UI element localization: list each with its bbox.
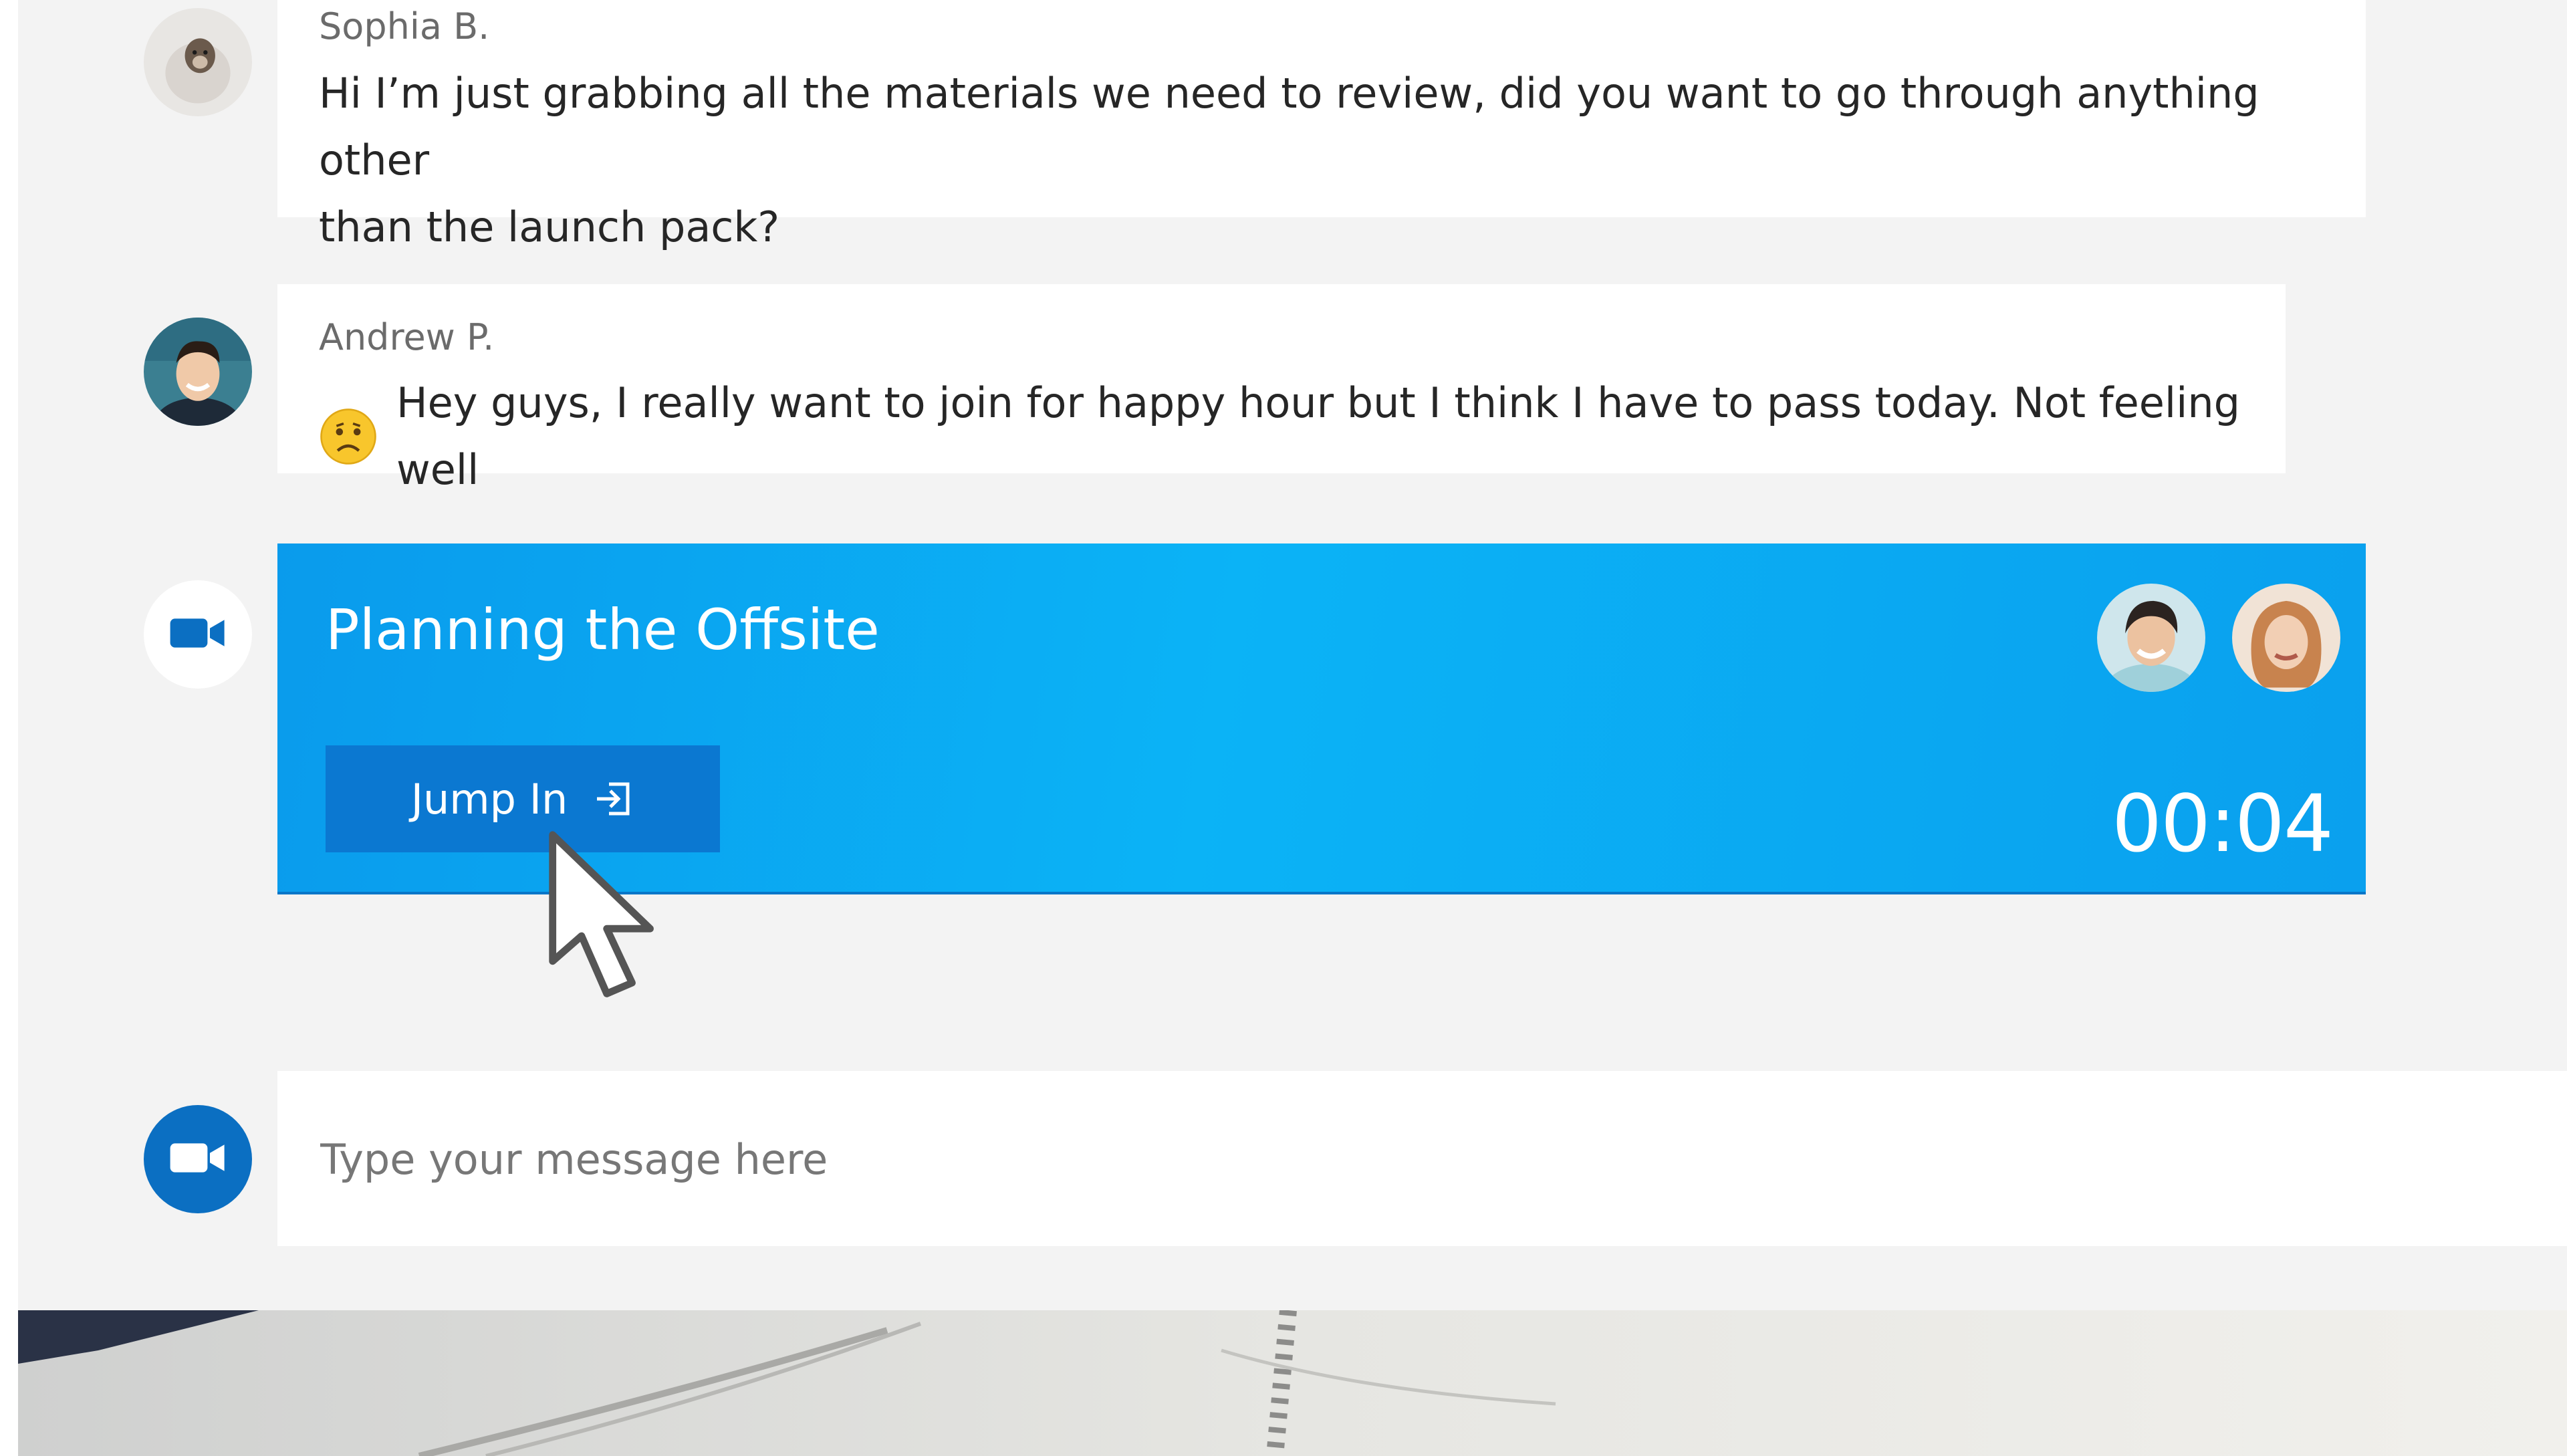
meeting-title: Planning the Offsite xyxy=(326,597,880,662)
video-camera-icon xyxy=(168,615,228,654)
sad-face-icon xyxy=(319,407,378,466)
enter-icon xyxy=(594,779,634,819)
background-image xyxy=(18,1310,2567,1456)
message-text: Hey guys, I really want to join for happ… xyxy=(319,370,2286,503)
participant-avatar[interactable] xyxy=(2232,584,2340,692)
message-bubble-andrew: Andrew P. Hey guys, I really want to joi… xyxy=(277,284,2286,494)
mouse-cursor-icon xyxy=(541,828,668,1008)
message-composer xyxy=(277,1071,2567,1247)
message-bubble-sophia: Sophia B. Hi I’m just grabbing all the m… xyxy=(277,0,2366,251)
message-line: than the launch pack? xyxy=(319,203,780,251)
message-line: Hi I’m just grabbing all the materials w… xyxy=(319,69,2259,185)
call-timer: 00:04 xyxy=(2111,777,2334,870)
chat-window: Sophia B. Hi I’m just grabbing all the m… xyxy=(18,0,2567,1310)
jump-in-label: Jump In xyxy=(410,774,568,824)
avatar-andrew[interactable] xyxy=(144,318,252,426)
message-sender: Sophia B. xyxy=(319,5,490,47)
meeting-icon-circle xyxy=(144,580,252,689)
message-text: Hi I’m just grabbing all the materials w… xyxy=(319,60,2366,261)
message-input[interactable] xyxy=(319,1071,2461,1247)
message-sender: Andrew P. xyxy=(319,316,495,358)
avatar-sophia[interactable] xyxy=(144,8,252,116)
participant-avatar[interactable] xyxy=(2097,584,2205,692)
video-call-button[interactable] xyxy=(144,1105,252,1213)
message-line: Hey guys, I really want to join for happ… xyxy=(396,378,2241,494)
video-camera-icon xyxy=(168,1140,228,1179)
